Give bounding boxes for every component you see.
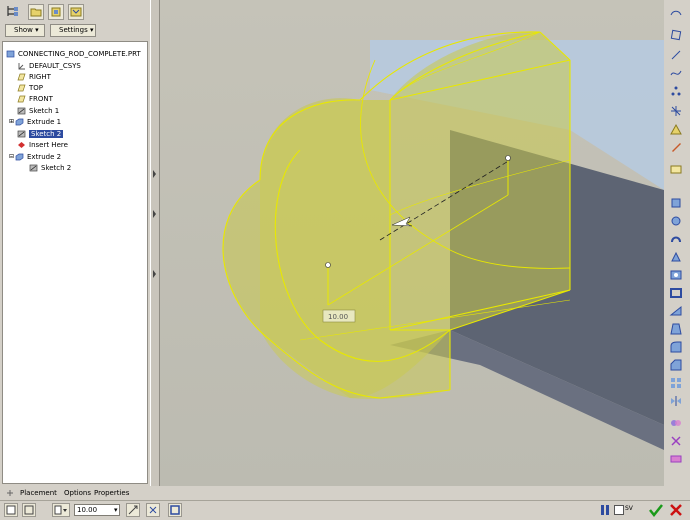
tree-item-default-csys[interactable]: DEFAULT_CSYS xyxy=(17,61,81,71)
settings-menu-label: Settings xyxy=(59,26,88,34)
datum-on-the-fly-icon[interactable] xyxy=(669,162,683,176)
thicken-icon[interactable] xyxy=(168,503,182,517)
depth-option-icon[interactable] xyxy=(52,503,70,517)
revolve-tool-icon[interactable] xyxy=(669,214,683,228)
favorites-icon[interactable] xyxy=(68,4,84,20)
mirror-tool-icon[interactable] xyxy=(669,394,683,408)
dimension-value-text[interactable]: 10.00 xyxy=(328,313,348,321)
blend-tool-icon[interactable] xyxy=(669,250,683,264)
layer-icon[interactable] xyxy=(48,4,64,20)
csys-icon xyxy=(18,63,25,70)
chamfer-tool-icon[interactable] xyxy=(669,358,683,372)
pattern-tool-icon[interactable] xyxy=(669,376,683,390)
datum-axis-icon[interactable] xyxy=(669,28,683,42)
right-toolbar xyxy=(664,0,690,486)
flip-direction-icon[interactable] xyxy=(126,503,140,517)
sweep-tool-icon[interactable] xyxy=(669,232,683,246)
remove-material-icon[interactable] xyxy=(146,503,160,517)
extrude-icon xyxy=(15,118,24,126)
dashboard-grip-icon xyxy=(7,490,13,496)
extrude-tool-icon[interactable] xyxy=(669,196,683,210)
datum-plane-icon[interactable] xyxy=(669,8,683,22)
merge-tool-icon[interactable] xyxy=(669,416,683,430)
tree-item-front[interactable]: FRONT xyxy=(17,94,53,104)
drag-handle-right[interactable] xyxy=(505,155,511,161)
solid-extrude-icon[interactable] xyxy=(4,503,18,517)
top-toolbar xyxy=(0,0,150,22)
sketch-icon xyxy=(17,107,26,115)
tree-item-extrude-2[interactable]: ⊟ Extrude 2 xyxy=(9,152,61,162)
tree-item-sketch-2-selected[interactable]: Sketch 2 xyxy=(17,129,64,139)
tree-button-bar: Show ▾ Settings ▾ xyxy=(0,22,150,40)
shell-tool-icon[interactable] xyxy=(669,286,683,300)
line-icon[interactable] xyxy=(669,48,683,62)
accept-check-icon[interactable] xyxy=(648,502,664,518)
model-tree-toggle-icon[interactable] xyxy=(6,4,22,20)
csys-icon[interactable] xyxy=(669,104,683,118)
sketch-tool-icon[interactable] xyxy=(669,140,683,154)
sketch-icon xyxy=(29,164,38,172)
dashboard-tabs: Placement Options Properties xyxy=(0,486,690,500)
tab-properties[interactable]: Properties xyxy=(94,487,129,499)
drag-handle-left[interactable] xyxy=(325,262,331,268)
rib-tool-icon[interactable] xyxy=(669,304,683,318)
hole-tool-icon[interactable] xyxy=(669,268,683,282)
part-icon xyxy=(6,50,15,58)
draft-tool-icon[interactable] xyxy=(669,322,683,336)
settings-menu-button[interactable]: Settings ▾ xyxy=(50,24,96,37)
model-graphics[interactable]: 10.00 xyxy=(160,0,664,486)
graphics-viewport[interactable]: 10.00 xyxy=(160,0,664,486)
tree-item-extrude-1[interactable]: ⊞ Extrude 1 xyxy=(9,117,61,127)
tree-item-top[interactable]: TOP xyxy=(17,83,43,93)
tab-placement[interactable]: Placement xyxy=(20,487,57,499)
pause-icon[interactable] xyxy=(600,504,610,516)
preview-label: SV xyxy=(625,505,633,512)
datum-plane-icon xyxy=(17,84,26,92)
sketch-icon xyxy=(17,130,26,138)
datum-point-icon[interactable] xyxy=(669,84,683,98)
chevron-down-icon: ▾ xyxy=(89,26,94,34)
extend-tool-icon[interactable] xyxy=(669,452,683,466)
cancel-x-icon[interactable] xyxy=(668,502,684,518)
chevron-down-icon: ▾ xyxy=(35,26,39,34)
tree-item-part[interactable]: CONNECTING_ROD_COMPLETE.PRT xyxy=(6,49,141,59)
feature-dashboard: ▾ SV xyxy=(0,500,690,519)
folder-icon[interactable] xyxy=(28,4,44,20)
model-tree[interactable]: CONNECTING_ROD_COMPLETE.PRT DEFAULT_CSYS… xyxy=(2,41,148,484)
tree-item-insert-here[interactable]: Insert Here xyxy=(17,140,68,150)
analysis-icon[interactable] xyxy=(669,122,683,136)
panel-splitter[interactable] xyxy=(150,0,160,486)
tree-item-sketch-2-child[interactable]: Sketch 2 xyxy=(29,163,71,173)
trim-tool-icon[interactable] xyxy=(669,434,683,448)
datum-plane-icon xyxy=(17,73,26,81)
insert-here-icon xyxy=(18,142,25,148)
curve-icon[interactable] xyxy=(669,66,683,80)
show-menu-button[interactable]: Show ▾ xyxy=(5,24,45,37)
surface-extrude-icon[interactable] xyxy=(22,503,36,517)
extrude-icon xyxy=(15,153,24,161)
preview-checkbox[interactable] xyxy=(614,505,624,515)
depth-dropdown-icon[interactable]: ▾ xyxy=(114,506,118,514)
tab-options[interactable]: Options xyxy=(64,487,91,499)
tree-item-sketch-1[interactable]: Sketch 1 xyxy=(17,106,59,116)
tree-item-right[interactable]: RIGHT xyxy=(17,72,51,82)
datum-plane-icon xyxy=(17,95,26,103)
show-menu-label: Show xyxy=(14,26,33,34)
round-tool-icon[interactable] xyxy=(669,340,683,354)
